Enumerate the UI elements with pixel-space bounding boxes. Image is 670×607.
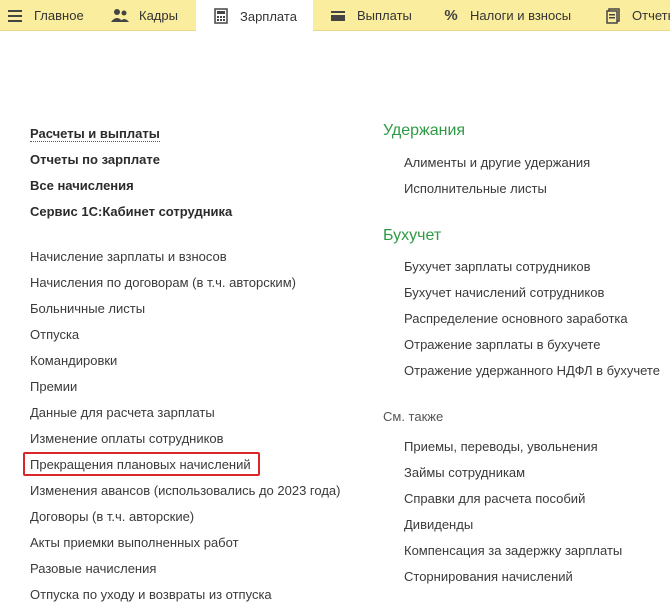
link-accrual-reversals[interactable]: Сторнирования начислений: [404, 569, 573, 584]
people-icon: [111, 7, 129, 25]
section-panel: Главное Кадры Зарплата Выплаты % Налоги …: [0, 0, 670, 32]
link-bonuses[interactable]: Премии: [30, 379, 77, 394]
link-payroll-data[interactable]: Данные для расчета зарплаты: [30, 405, 215, 420]
link-dividends[interactable]: Дивиденды: [404, 517, 473, 532]
tab-label: Зарплата: [240, 8, 297, 24]
section-title-deductions: Удержания: [383, 122, 466, 139]
link-contract-accruals[interactable]: Начисления по договорам (в т.ч. авторски…: [30, 275, 296, 290]
link-one-time-accruals[interactable]: Разовые начисления: [30, 561, 156, 576]
link-sick-leaves[interactable]: Больничные листы: [30, 301, 145, 316]
link-vacations[interactable]: Отпуска: [30, 327, 79, 342]
link-salary-reflection[interactable]: Отражение зарплаты в бухучете: [404, 337, 600, 352]
section-title-accounting: Бухучет: [383, 227, 442, 244]
link-delay-compensation[interactable]: Компенсация за задержку зарплаты: [404, 543, 622, 558]
link-alimony-deductions[interactable]: Алименты и другие удержания: [404, 155, 590, 170]
tab-label: Выплаты: [357, 8, 412, 23]
link-accruals-accounting[interactable]: Бухучет начислений сотрудников: [404, 285, 604, 300]
link-parental-leave[interactable]: Отпуска по уходу и возвраты из отпуска: [30, 587, 272, 602]
link-business-trips[interactable]: Командировки: [30, 353, 117, 368]
link-advance-changes[interactable]: Изменения авансов (использовались до 202…: [30, 483, 340, 498]
link-work-acceptance-acts[interactable]: Акты приемки выполненных работ: [30, 535, 239, 550]
link-pay-changes[interactable]: Изменение оплаты сотрудников: [30, 431, 224, 446]
link-hiring-transfers[interactable]: Приемы, переводы, увольнения: [404, 439, 598, 454]
link-contracts[interactable]: Договоры (в т.ч. авторские): [30, 509, 194, 524]
tab-label: Главное: [34, 8, 84, 23]
tab-payments[interactable]: Выплаты: [329, 0, 412, 31]
link-employee-cabinet-service[interactable]: Сервис 1С:Кабинет сотрудника: [30, 204, 232, 219]
link-writs-of-execution[interactable]: Исполнительные листы: [404, 181, 547, 196]
tab-label: Налоги и взносы: [470, 8, 572, 23]
wallet-icon: [329, 7, 347, 25]
tab-taxes[interactable]: % Налоги и взносы: [442, 0, 571, 31]
highlight-box: [23, 452, 260, 476]
percent-icon: %: [444, 7, 458, 24]
report-icon: [604, 7, 622, 25]
tab-personnel[interactable]: Кадры: [111, 0, 178, 31]
link-ndfl-reflection[interactable]: Отражение удержанного НДФЛ в бухучете: [404, 363, 660, 378]
link-earnings-distribution[interactable]: Распределение основного заработка: [404, 311, 628, 326]
tab-label: Отчетн: [632, 8, 670, 23]
link-employee-loans[interactable]: Займы сотрудникам: [404, 465, 525, 480]
section-title-see-also: См. также: [383, 409, 444, 424]
link-payroll-accrual[interactable]: Начисление зарплаты и взносов: [30, 249, 227, 264]
link-all-accruals[interactable]: Все начисления: [30, 178, 134, 193]
link-salary-accounting[interactable]: Бухучет зарплаты сотрудников: [404, 259, 590, 274]
link-payroll-reports[interactable]: Отчеты по зарплате: [30, 152, 160, 167]
tab-salary[interactable]: Зарплата: [196, 0, 313, 32]
menu-icon: [6, 7, 24, 25]
calculator-icon: [212, 7, 230, 25]
tab-main[interactable]: Главное: [6, 0, 84, 31]
link-benefit-certificates[interactable]: Справки для расчета пособий: [404, 491, 585, 506]
tab-reports[interactable]: Отчетн: [604, 0, 670, 31]
tab-label: Кадры: [139, 8, 178, 23]
link-payroll-and-payments[interactable]: Расчеты и выплаты: [30, 126, 160, 142]
